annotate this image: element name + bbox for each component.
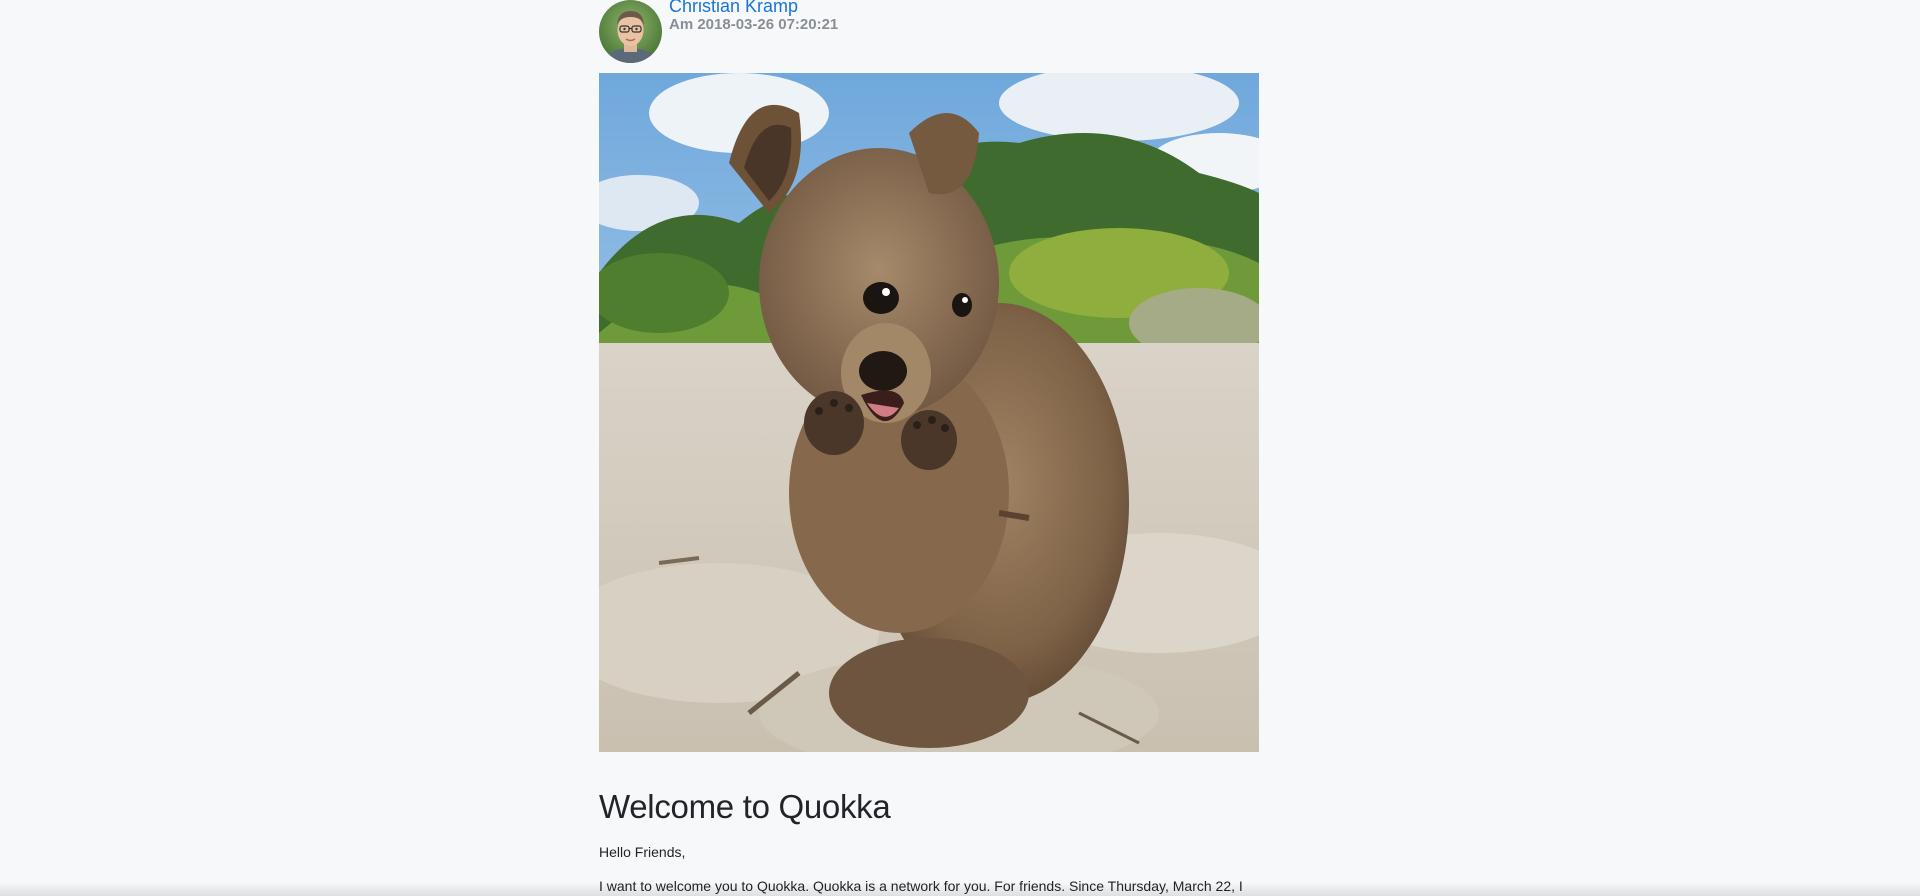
post-title: Welcome to Quokka [599, 788, 891, 825]
window-bottom-shadow [0, 882, 1920, 896]
post: Christian Kramp Am 2018-03-26 07:20:21 W… [599, 0, 1259, 894]
post-image [599, 73, 1259, 752]
post-paragraph: Hello Friends, [599, 844, 686, 860]
author-avatar[interactable] [599, 0, 662, 63]
post-date: Am 2018-03-26 07:20:21 [669, 16, 839, 33]
author-name-link[interactable]: Christian Kramp [669, 0, 798, 17]
profile-photo-icon [599, 0, 662, 63]
post-header: Christian Kramp Am 2018-03-26 07:20:21 [599, 0, 1259, 73]
quokka-photo-icon [599, 73, 1259, 752]
